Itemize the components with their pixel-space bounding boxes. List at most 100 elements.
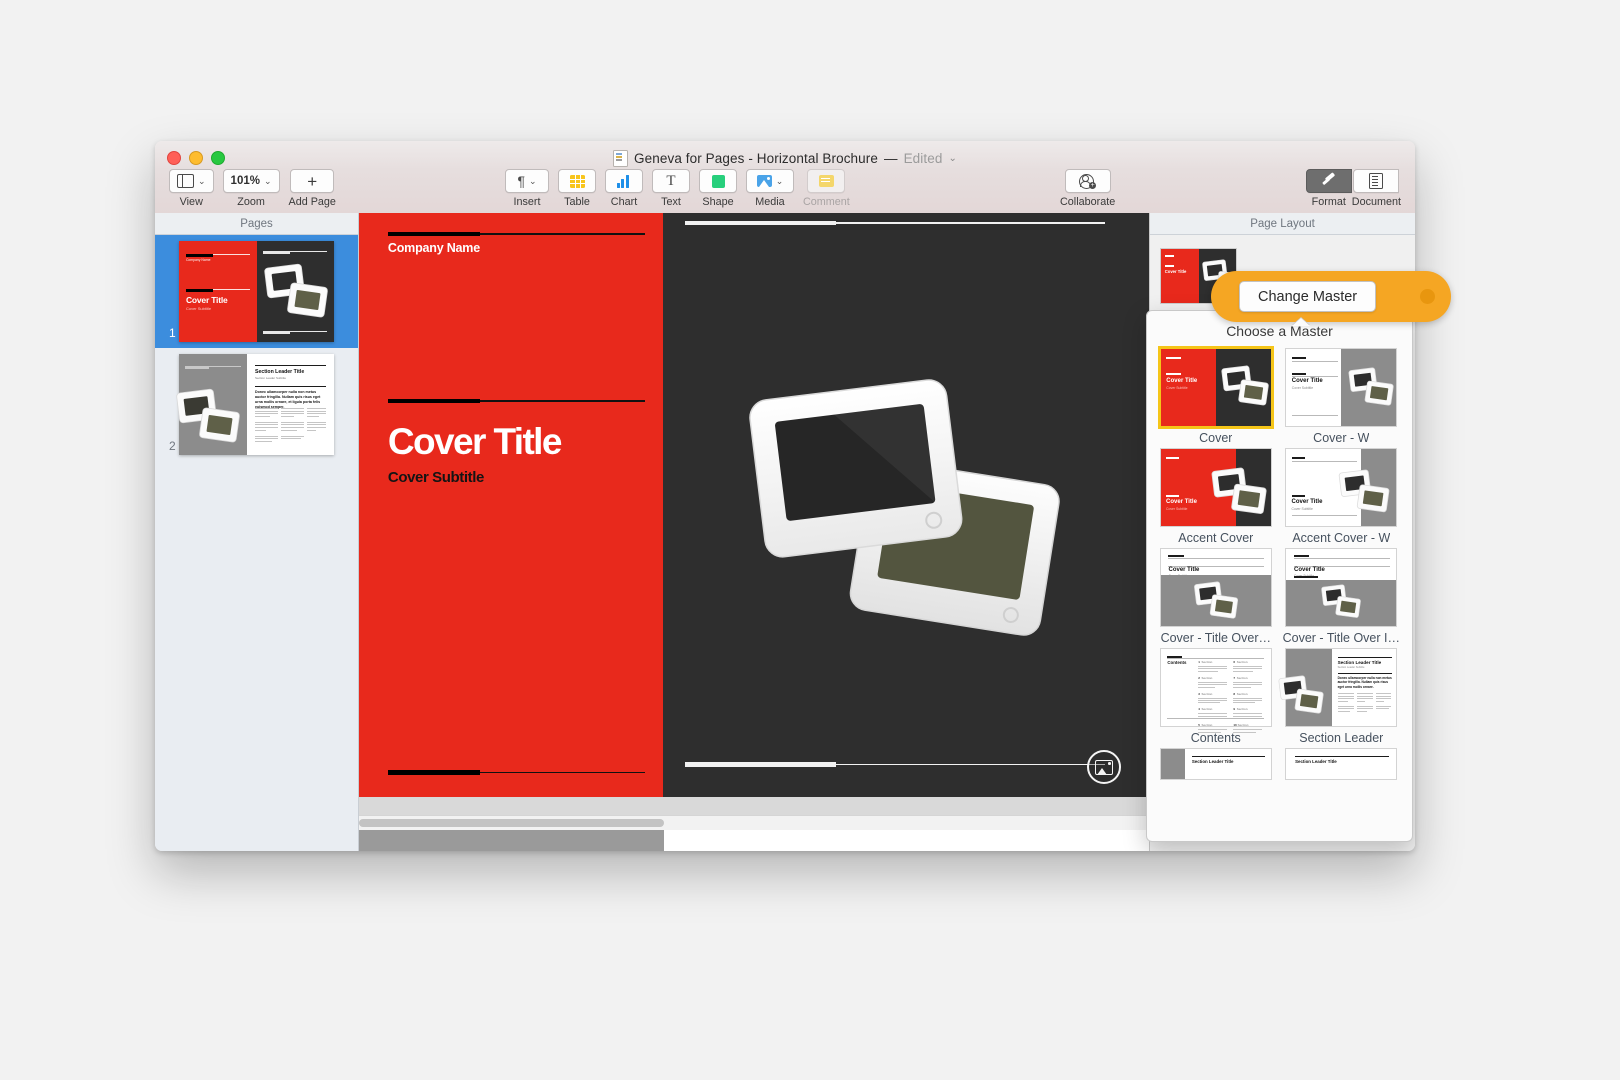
screenshot-stage: Geneva for Pages - Horizontal Brochure —… [0, 0, 1620, 1080]
pilcrow-icon: ¶ [517, 173, 525, 189]
document-page-spread[interactable]: Company Name Cover Title Cover Subtitle [359, 213, 1149, 797]
sidebar-header: Pages [155, 213, 358, 235]
master-label-contents: Contents [1190, 731, 1241, 745]
top-rule-right [685, 220, 1106, 225]
cover-title-text[interactable]: Cover Title [388, 423, 563, 460]
master-thumbnail-partial-left: Section Leader Title [1160, 749, 1271, 779]
collaborate-icon: + [1079, 173, 1097, 189]
insert-button[interactable]: ¶ ⌄ [505, 169, 549, 193]
zoom-toolbar-item[interactable]: 101% ⌄ Zoom [222, 169, 280, 208]
master-option-cover-w[interactable]: Cover Title Cover Subtitle Cover - W [1283, 349, 1400, 445]
photos-cluster-icon [263, 263, 328, 318]
master-option-accent-cover-w[interactable]: Cover Title Cover Subtitle Accent Cover … [1283, 449, 1400, 545]
document-canvas[interactable]: Company Name Cover Title Cover Subtitle [359, 213, 1149, 851]
document-title: Geneva for Pages - Horizontal Brochure [634, 151, 878, 166]
shape-toolbar-item[interactable]: Shape [699, 169, 737, 208]
photos-cluster-icon [1221, 365, 1269, 406]
table-icon [569, 174, 585, 188]
view-button[interactable]: ⌄ [169, 169, 214, 193]
chart-label: Chart [610, 196, 638, 208]
cover-subtitle-text[interactable]: Cover Subtitle [388, 469, 484, 486]
master-thumbnail-accent-cover-w: Cover Title Cover Subtitle [1286, 449, 1397, 526]
master-label-section-leader: Section Leader [1299, 731, 1384, 745]
comment-icon [818, 175, 834, 187]
master-thumbnail-section-leader: Section Leader Title Section Leader Subt… [1278, 649, 1397, 726]
document-toolbar-item[interactable]: Document [1352, 169, 1401, 208]
document-title-bar[interactable]: Geneva for Pages - Horizontal Brochure —… [155, 150, 1415, 167]
chart-button[interactable] [605, 169, 643, 193]
sidebar-page-thumbnail-2[interactable]: 2 Section Leader Title Section Leader Su… [155, 348, 358, 461]
zoom-value: 101% [230, 175, 260, 187]
thumb2-white-panel: Section Leader Title Section Leader Subt… [247, 354, 334, 455]
change-master-button[interactable]: Change Master [1239, 281, 1377, 312]
master-thumbnail-cover-title-over-image: Cover Title Cover Subtitle [1286, 549, 1397, 626]
master-grid: Cover Title Cover Subtitle Cover Cover T… [1147, 343, 1412, 779]
master-option-section-leader[interactable]: Section Leader Title Section Leader Subt… [1278, 649, 1400, 745]
inspector-segmented-control[interactable]: Format Document [1305, 169, 1401, 208]
canvas-scrollbar-thumb[interactable] [359, 819, 664, 827]
collaborate-button[interactable]: + [1064, 169, 1111, 193]
add-page-toolbar-item[interactable]: + Add Page [289, 169, 336, 208]
comment-toolbar-item: Comment [803, 169, 850, 208]
comment-button [807, 169, 846, 193]
image-placeholder-button[interactable] [1087, 750, 1121, 784]
photos-cluster-image[interactable] [731, 360, 1081, 650]
master-option-accent-cover[interactable]: Cover Title Cover Subtitle Accent Cover [1159, 449, 1273, 545]
master-option-partial-left[interactable]: Section Leader Title [1159, 749, 1273, 779]
text-icon: T [666, 172, 676, 189]
collaborate-toolbar-item[interactable]: + Collaborate [1060, 169, 1115, 208]
photos-cluster-icon [1321, 584, 1362, 618]
master-label-cover-title-over-image: Cover - Title Over I… [1282, 631, 1400, 645]
master-option-partial-right[interactable]: Section Leader Title [1283, 749, 1400, 779]
add-page-label: Add Page [288, 196, 336, 208]
add-page-button[interactable]: + [290, 169, 335, 193]
media-toolbar-item[interactable]: ⌄ Media [746, 169, 794, 208]
zoom-button[interactable]: 101% ⌄ [222, 169, 280, 193]
cover-red-panel[interactable]: Company Name Cover Title Cover Subtitle [359, 213, 664, 797]
thumb1-red-panel: Company Name Cover Title Cover Subtitle [179, 241, 257, 342]
sidebar-page-thumbnail-1[interactable]: 1 Company Name Cover Title Cover Subtitl… [155, 235, 358, 348]
canvas-horizontal-scrollbar[interactable] [359, 815, 1149, 830]
callout-dot-indicator [1420, 289, 1435, 304]
insert-label: Insert [513, 196, 541, 208]
page-2-thumbnail-image: Section Leader Title Section Leader Subt… [176, 354, 334, 455]
document-inspector-button[interactable] [1353, 169, 1400, 193]
shape-button[interactable] [699, 169, 737, 193]
zoom-chevron-down-icon: ⌄ [263, 175, 272, 186]
view-toolbar-item[interactable]: ⌄ View [169, 169, 214, 208]
photos-cluster-icon [176, 388, 240, 443]
insert-toolbar-item[interactable]: ¶ ⌄ Insert [505, 169, 549, 208]
master-option-cover[interactable]: Cover Title Cover Subtitle Cover [1159, 349, 1273, 445]
format-button[interactable] [1305, 169, 1352, 193]
chart-toolbar-item[interactable]: Chart [605, 169, 643, 208]
title-chevron-down-icon[interactable]: ⌄ [948, 153, 956, 164]
view-icon [177, 173, 194, 189]
photos-cluster-icon [1193, 581, 1238, 619]
text-toolbar-item[interactable]: T Text [652, 169, 690, 208]
master-thumbnail-accent-cover: Cover Title Cover Subtitle [1160, 449, 1271, 526]
master-option-contents[interactable]: Contents 1 Section 2 Section 3 Section 4… [1159, 649, 1273, 745]
photos-cluster-icon [1211, 467, 1267, 514]
format-brush-icon [1321, 172, 1336, 188]
toolbar-collaborate-group: + Collaborate [1060, 169, 1115, 208]
text-button[interactable]: T [652, 169, 690, 193]
table-button[interactable] [558, 169, 596, 193]
pages-document-icon [613, 150, 629, 167]
table-toolbar-item[interactable]: Table [558, 169, 596, 208]
format-toolbar-item[interactable]: Format [1305, 169, 1352, 208]
company-name-text[interactable]: Company Name [388, 241, 480, 255]
title-separator: — [883, 151, 898, 166]
change-master-callout: Change Master [1211, 271, 1451, 322]
chart-icon [616, 174, 632, 188]
master-option-cover-title-over-image[interactable]: Cover Title Cover Subtitle [1283, 549, 1400, 645]
master-thumbnail-contents: Contents 1 Section 2 Section 3 Section 4… [1160, 649, 1271, 733]
master-option-cover-title-over[interactable]: Cover Title Cover Subtitle [1159, 549, 1273, 645]
toolbar-left-group: ⌄ View 101% ⌄ Zoom + Add Page [169, 169, 336, 208]
top-rule-left [387, 231, 645, 236]
cover-dark-panel[interactable] [663, 213, 1149, 797]
text-label: Text [661, 196, 681, 208]
media-chevron-down-icon: ⌄ [775, 175, 784, 186]
zoom-label: Zoom [237, 196, 265, 208]
media-button[interactable]: ⌄ [746, 169, 794, 193]
table-label: Table [564, 196, 590, 208]
